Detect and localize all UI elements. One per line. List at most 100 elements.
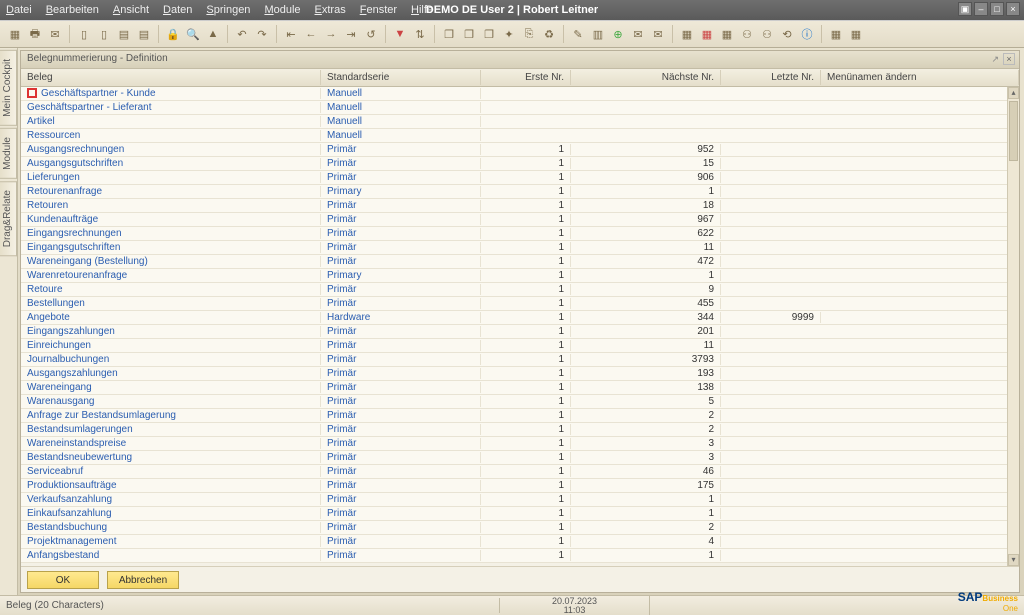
tb-find-icon[interactable]: 🔍	[184, 25, 202, 43]
tb-trans-icon[interactable]: ⟲	[778, 25, 796, 43]
table-row[interactable]: ProjektmanagementPrimär14	[21, 535, 1007, 549]
menu-hilfe[interactable]: Hilfe	[411, 4, 433, 16]
tb-lock-icon[interactable]: 🔒	[164, 25, 182, 43]
table-row[interactable]: BestandsneubewertungPrimär13	[21, 451, 1007, 465]
table-row[interactable]: JournalbuchungenPrimär13793	[21, 353, 1007, 367]
tb-undo-icon[interactable]: ↶	[233, 25, 251, 43]
menu-daten[interactable]: Daten	[163, 4, 192, 16]
table-row[interactable]: EinreichungenPrimär111	[21, 339, 1007, 353]
table-row[interactable]: RessourcenManuell	[21, 129, 1007, 143]
tb-loop-icon[interactable]: ↺	[362, 25, 380, 43]
tb-cal-icon[interactable]: ▦	[678, 25, 696, 43]
ok-button[interactable]: OK	[27, 571, 99, 589]
table-row[interactable]: ServiceabrufPrimär146	[21, 465, 1007, 479]
scroll-up-icon[interactable]: ▴	[1008, 87, 1019, 99]
menu-ansicht[interactable]: Ansicht	[113, 4, 149, 16]
vertical-scrollbar[interactable]: ▴ ▾	[1007, 87, 1019, 566]
sidetab-dragrelate[interactable]: Drag&Relate	[0, 181, 17, 256]
table-row[interactable]: RetourenanfragePrimary11	[21, 185, 1007, 199]
col-serie[interactable]: Standardserie	[321, 70, 481, 85]
table-row[interactable]: EinkaufsanzahlungPrimär11	[21, 507, 1007, 521]
table-row[interactable]: WareneingangPrimär1138	[21, 381, 1007, 395]
table-row[interactable]: EingangszahlungenPrimär1201	[21, 325, 1007, 339]
tb-word-icon[interactable]: ▤	[135, 25, 153, 43]
col-beleg[interactable]: Beleg	[21, 70, 321, 85]
menu-springen[interactable]: Springen	[206, 4, 250, 16]
tb-edit-icon[interactable]: ✎	[569, 25, 587, 43]
win-maximize-icon[interactable]: □	[990, 2, 1004, 16]
table-row[interactable]: Anfrage zur BestandsumlagerungPrimär12	[21, 409, 1007, 423]
tb-copy1-icon[interactable]: ❐	[440, 25, 458, 43]
tb-help-icon[interactable]: ⓘ	[798, 25, 816, 43]
window-close-icon[interactable]: ×	[1003, 53, 1015, 65]
table-row[interactable]: AusgangszahlungenPrimär1193	[21, 367, 1007, 381]
col-menu[interactable]: Menünamen ändern	[821, 70, 1019, 85]
table-row[interactable]: WareneinstandspreisePrimär13	[21, 437, 1007, 451]
tb-next-icon[interactable]: →	[322, 25, 340, 43]
table-row[interactable]: AngeboteHardware13449999	[21, 311, 1007, 325]
tb-add-icon[interactable]: ⊕	[609, 25, 627, 43]
table-row[interactable]: Geschäftspartner - LieferantManuell	[21, 101, 1007, 115]
table-row[interactable]: BestandsumlagerungenPrimär12	[21, 423, 1007, 437]
menu-fenster[interactable]: Fenster	[360, 4, 397, 16]
tb-mod1-icon[interactable]: ▦	[827, 25, 845, 43]
table-row[interactable]: BestellungenPrimär1455	[21, 297, 1007, 311]
tb-tree-icon[interactable]: ♻	[540, 25, 558, 43]
tb-sort-icon[interactable]: ⇅	[411, 25, 429, 43]
tb-mod2-icon[interactable]: ▦	[847, 25, 865, 43]
col-naechste[interactable]: Nächste Nr.	[571, 70, 721, 85]
sidetab-module[interactable]: Module	[0, 128, 17, 179]
table-row[interactable]: WarenausgangPrimär15	[21, 395, 1007, 409]
win-cascade-icon[interactable]: ▣	[958, 2, 972, 16]
tb-copy2-icon[interactable]: ❐	[460, 25, 478, 43]
tb-email-icon[interactable]: ✉	[46, 25, 64, 43]
tb-bp-icon[interactable]: ⚇	[738, 25, 756, 43]
tb-msg1-icon[interactable]: ✉	[629, 25, 647, 43]
tb-dash-icon[interactable]: ▦	[718, 25, 736, 43]
menu-module[interactable]: Module	[264, 4, 300, 16]
win-close-icon[interactable]: ×	[1006, 2, 1020, 16]
table-row[interactable]: RetourenPrimär118	[21, 199, 1007, 213]
tb-redo-icon[interactable]: ↷	[253, 25, 271, 43]
table-row[interactable]: BestandsbuchungPrimär12	[21, 521, 1007, 535]
tb-print-icon[interactable]: 🖶	[26, 25, 44, 43]
table-row[interactable]: EingangsgutschriftenPrimär111	[21, 241, 1007, 255]
table-row[interactable]: Geschäftspartner - KundeManuell	[21, 87, 1007, 101]
table-row[interactable]: AusgangsgutschriftenPrimär115	[21, 157, 1007, 171]
tb-msg2-icon[interactable]: ✉	[649, 25, 667, 43]
tb-filter-icon[interactable]: ▼	[391, 25, 409, 43]
tb-up-icon[interactable]: ▲	[204, 25, 222, 43]
cancel-button[interactable]: Abbrechen	[107, 571, 179, 589]
tb-copy3-icon[interactable]: ❐	[480, 25, 498, 43]
tb-excel-icon[interactable]: ▤	[115, 25, 133, 43]
sidetab-cockpit[interactable]: Mein Cockpit	[0, 50, 17, 126]
tb-doc2-icon[interactable]: ▯	[95, 25, 113, 43]
menu-bearbeiten[interactable]: Bearbeiten	[46, 4, 99, 16]
col-letzte[interactable]: Letzte Nr.	[721, 70, 821, 85]
col-erste[interactable]: Erste Nr.	[481, 70, 571, 85]
tb-user-icon[interactable]: ⚇	[758, 25, 776, 43]
scroll-down-icon[interactable]: ▾	[1008, 554, 1019, 566]
tb-new-icon[interactable]: ✦	[500, 25, 518, 43]
tb-link-icon[interactable]: ⎘	[520, 25, 538, 43]
menu-extras[interactable]: Extras	[315, 4, 346, 16]
window-expand-icon[interactable]: ↗	[991, 54, 999, 65]
tb-prev-icon[interactable]: ←	[302, 25, 320, 43]
tb-layout-icon[interactable]: ▥	[589, 25, 607, 43]
tb-doc1-icon[interactable]: ▯	[75, 25, 93, 43]
win-minimize-icon[interactable]: –	[974, 2, 988, 16]
scroll-thumb[interactable]	[1009, 101, 1018, 161]
tb-last-icon[interactable]: ⇥	[342, 25, 360, 43]
table-row[interactable]: LieferungenPrimär1906	[21, 171, 1007, 185]
table-row[interactable]: ProduktionsaufträgePrimär1175	[21, 479, 1007, 493]
table-row[interactable]: RetourePrimär19	[21, 283, 1007, 297]
table-row[interactable]: Wareneingang (Bestellung)Primär1472	[21, 255, 1007, 269]
menu-datei[interactable]: Datei	[6, 4, 32, 16]
table-row[interactable]: AusgangsrechnungenPrimär1952	[21, 143, 1007, 157]
table-row[interactable]: EingangsrechnungenPrimär1622	[21, 227, 1007, 241]
table-row[interactable]: WarenretourenanfragePrimary11	[21, 269, 1007, 283]
table-row[interactable]: AnfangsbestandPrimär11	[21, 549, 1007, 563]
table-row[interactable]: ArtikelManuell	[21, 115, 1007, 129]
tb-preview-icon[interactable]: ▦	[6, 25, 24, 43]
table-row[interactable]: VerkaufsanzahlungPrimär11	[21, 493, 1007, 507]
